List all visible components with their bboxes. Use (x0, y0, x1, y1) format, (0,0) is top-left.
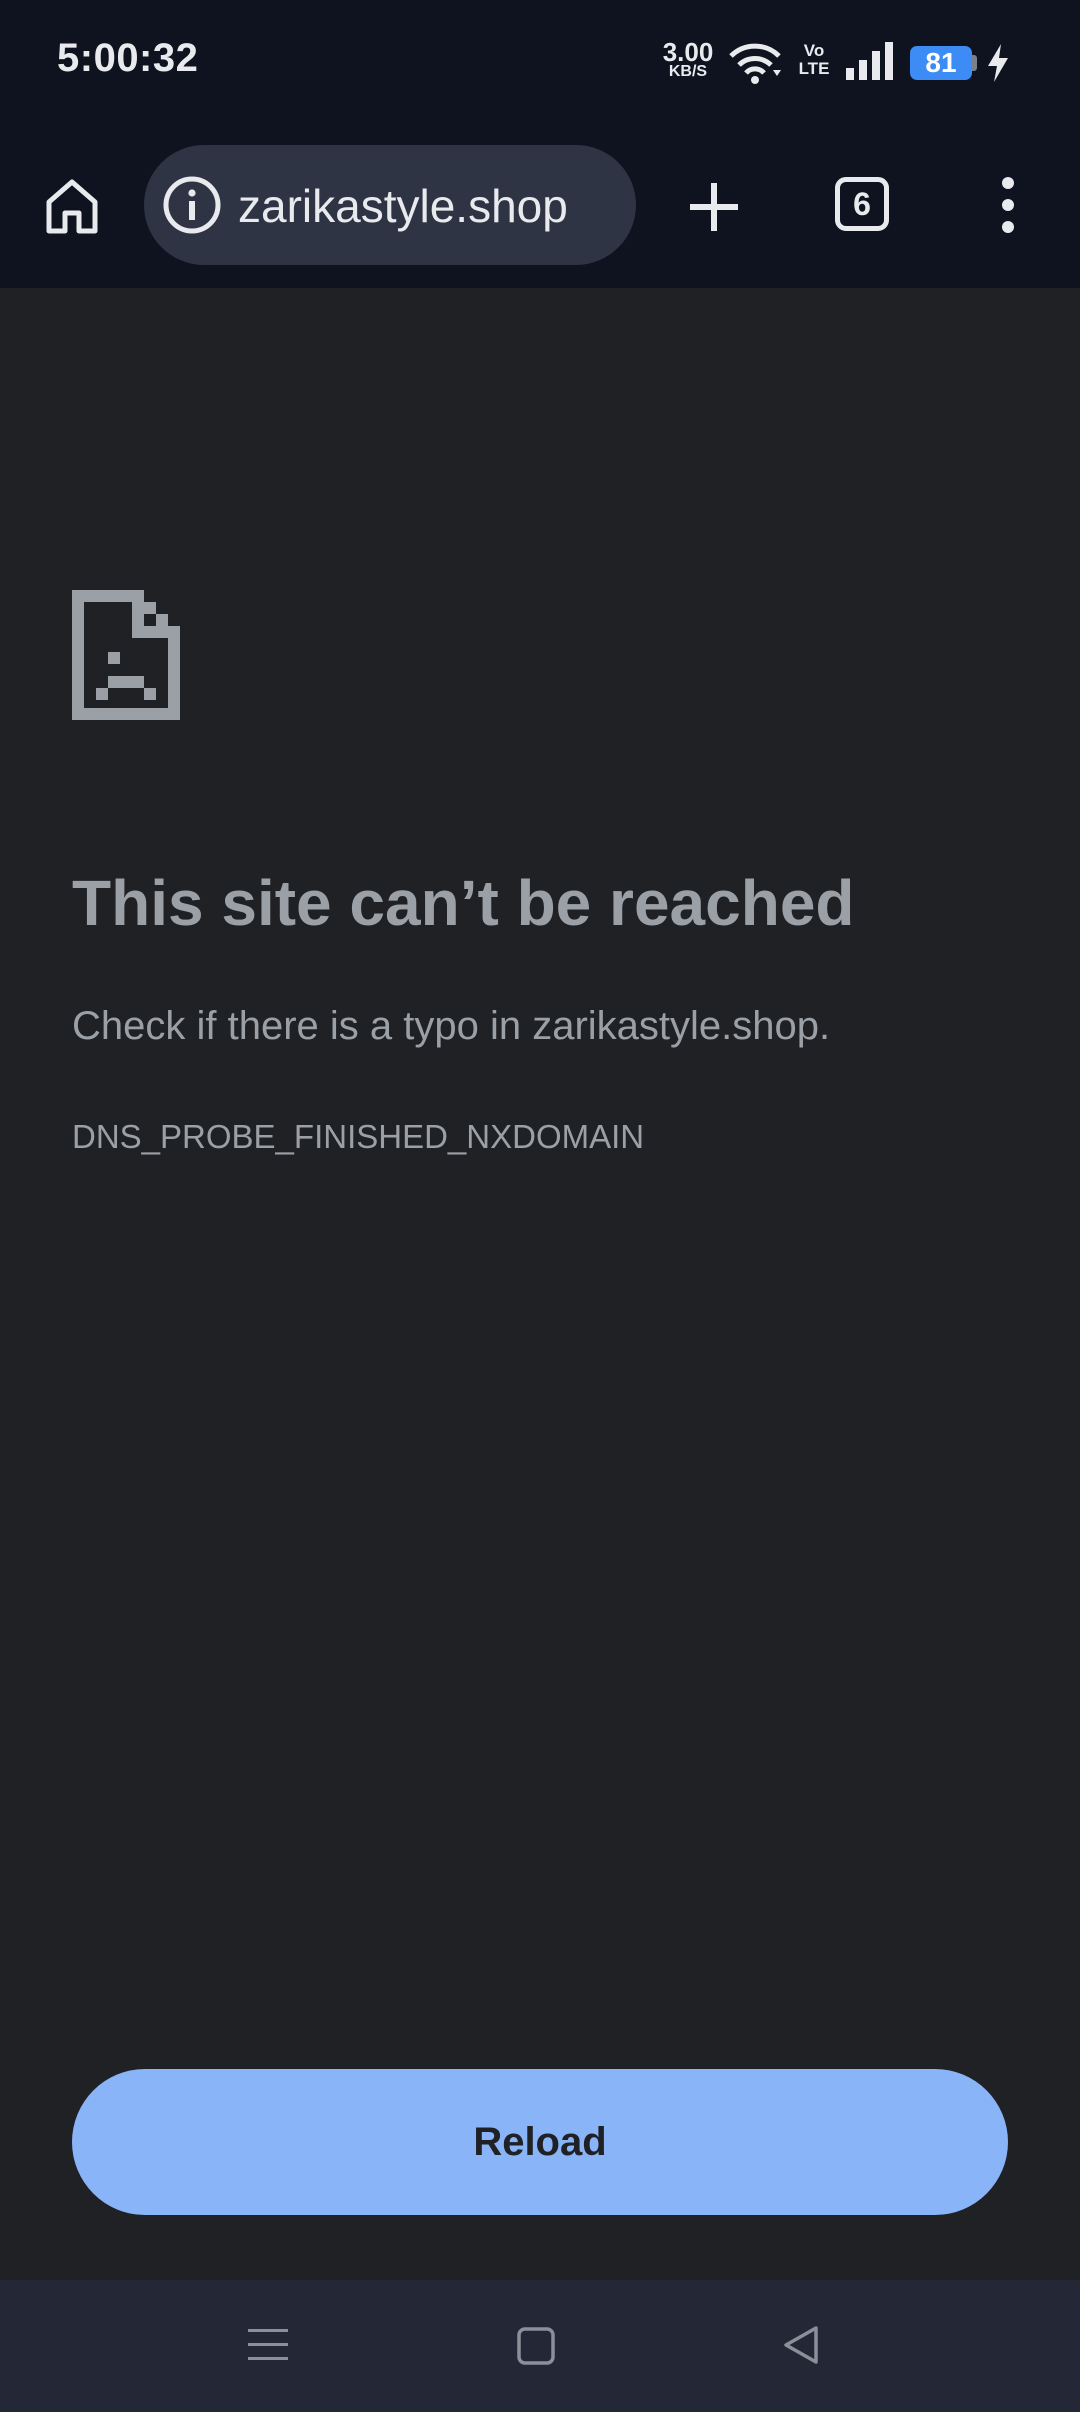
battery-tip (972, 55, 977, 71)
volte-indicator: Vo LTE (794, 42, 834, 78)
url-text[interactable]: zarikastyle.shop (238, 179, 568, 233)
tab-count: 6 (853, 186, 871, 222)
back-triangle-icon[interactable] (782, 2324, 820, 2366)
network-speed-value: 3.00 (662, 37, 714, 67)
volte-line2: LTE (798, 59, 830, 78)
home-square-icon[interactable] (516, 2326, 556, 2366)
sad-document-icon (72, 590, 180, 720)
error-page: This site can’t be reached Check if ther… (0, 288, 1080, 2280)
new-tab-icon[interactable] (688, 181, 740, 233)
signal-icon (846, 42, 893, 80)
info-icon[interactable] (162, 175, 222, 235)
status-bar: 5:00:32 3.00 KB/S Vo LTE 81 (0, 0, 1080, 125)
wifi-icon (729, 43, 781, 84)
home-icon[interactable] (44, 177, 100, 235)
browser-toolbar: zarikastyle.shop 6 (0, 125, 1080, 288)
status-time: 5:00:32 (57, 36, 199, 80)
charging-icon (988, 44, 1008, 82)
omnibox[interactable]: zarikastyle.shop (144, 145, 636, 265)
tab-switcher-button[interactable]: 6 (835, 177, 889, 231)
recents-menu-icon[interactable] (248, 2325, 288, 2365)
reload-button[interactable]: Reload (72, 2069, 1008, 2215)
error-title: This site can’t be reached (72, 867, 855, 939)
network-speed: 3.00 KB/S (658, 37, 718, 80)
error-description: Check if there is a typo in zarikastyle.… (72, 1004, 831, 1048)
error-code[interactable]: DNS_PROBE_FINISHED_NXDOMAIN (72, 1118, 1032, 1156)
battery-indicator: 81 (910, 46, 972, 80)
more-options-icon[interactable] (996, 177, 1020, 233)
volte-line1: Vo (803, 41, 825, 60)
